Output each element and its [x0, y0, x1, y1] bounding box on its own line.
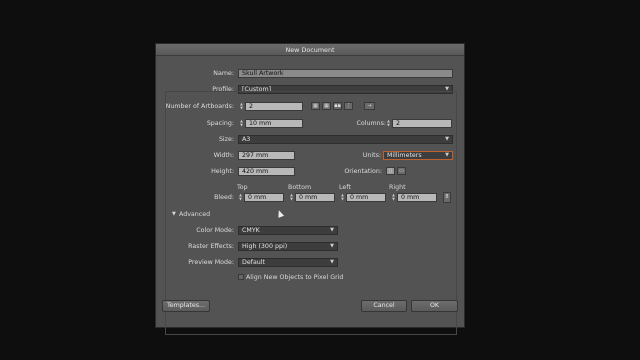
bleed-left-label: Left — [339, 184, 351, 191]
grid-by-row-icon[interactable]: ▦ — [311, 102, 320, 110]
preview-mode-select[interactable]: Default ▼ — [238, 258, 338, 267]
align-pixel-grid-label: Align New Objects to Pixel Grid — [246, 274, 344, 281]
columns-stepper[interactable]: ▲ ▼ — [386, 119, 391, 128]
columns-label: Columns: — [356, 120, 386, 127]
bleed-left-field[interactable]: 0 mm — [346, 193, 386, 202]
bleed-bottom-field[interactable]: 0 mm — [295, 193, 335, 202]
artboards-field[interactable]: 2 — [245, 102, 303, 111]
align-pixel-grid-checkbox[interactable] — [238, 274, 244, 280]
bleed-bottom-label: Bottom — [288, 184, 312, 191]
bleed-bottom-stepper[interactable]: ▲ ▼ — [289, 193, 294, 202]
spacing-label: Spacing: — [206, 120, 234, 127]
triangle-down-icon[interactable]: ▼ — [172, 211, 176, 217]
columns-field[interactable]: 2 — [392, 119, 452, 128]
orientation-label: Orientation: — [344, 168, 382, 175]
color-mode-label: Color Mode: — [196, 227, 234, 234]
spacing-stepper[interactable]: ▲ ▼ — [239, 119, 244, 128]
raster-effects-label: Raster Effects: — [188, 243, 234, 250]
cancel-button[interactable]: Cancel — [361, 300, 407, 312]
bleed-left-stepper[interactable]: ▲ ▼ — [340, 193, 345, 202]
artboards-label: Number of Artboards: — [165, 103, 234, 110]
bleed-right-label: Right — [389, 184, 406, 191]
grid-by-column-icon[interactable]: ▦ — [322, 102, 331, 110]
size-value: A3 — [242, 136, 251, 143]
new-document-dialog: New Document Name: Skull Artwork Profile… — [155, 43, 465, 335]
bleed-top-field[interactable]: 0 mm — [244, 193, 284, 202]
dropdown-arrow-icon: ▼ — [445, 136, 449, 142]
color-mode-select[interactable]: CMYK ▼ — [238, 226, 338, 235]
raster-effects-value: High (300 ppi) — [242, 243, 288, 250]
color-mode-value: CMYK — [242, 227, 260, 234]
preview-mode-value: Default — [242, 259, 266, 266]
bleed-right-field[interactable]: 0 mm — [397, 193, 437, 202]
bleed-top-stepper[interactable]: ▲ ▼ — [238, 193, 243, 202]
name-field[interactable]: Skull Artwork — [238, 69, 453, 78]
artboards-stepper[interactable]: ▲ ▼ — [239, 102, 244, 111]
units-value: Millimeters — [387, 152, 422, 159]
dropdown-arrow-icon: ▼ — [445, 152, 449, 158]
dropdown-arrow-icon: ▼ — [330, 227, 334, 233]
height-field[interactable]: 420 mm — [238, 167, 295, 176]
width-label: Width: — [213, 152, 234, 159]
arrange-by-row-icon[interactable]: ▪▪ — [333, 102, 342, 110]
units-select[interactable]: Millimeters ▼ — [383, 151, 453, 160]
units-label: Units: — [362, 152, 381, 159]
landscape-icon[interactable]: ▭ — [397, 167, 406, 175]
portrait-icon[interactable]: ▯ — [386, 167, 395, 175]
size-select[interactable]: A3 ▼ — [238, 135, 453, 144]
raster-effects-select[interactable]: High (300 ppi) ▼ — [238, 242, 338, 251]
spacing-field[interactable]: 10 mm — [245, 119, 303, 128]
arrange-by-column-icon[interactable]: ⋮ — [344, 102, 353, 110]
right-to-left-icon[interactable]: → — [364, 102, 375, 110]
dialog-title: New Document — [156, 44, 464, 56]
height-label: Height: — [211, 168, 234, 175]
bleed-top-label: Top — [237, 184, 248, 191]
width-field[interactable]: 297 mm — [238, 151, 295, 160]
preview-mode-label: Preview Mode: — [188, 259, 234, 266]
dropdown-arrow-icon: ▼ — [330, 243, 334, 249]
bleed-label: Bleed: — [214, 194, 234, 201]
dropdown-arrow-icon: ▼ — [330, 259, 334, 265]
templates-button[interactable]: Templates... — [162, 300, 210, 312]
chain-link-icon[interactable]: 8 — [443, 192, 451, 203]
ok-button[interactable]: OK — [411, 300, 458, 312]
size-label: Size: — [218, 136, 234, 143]
bleed-right-stepper[interactable]: ▲ ▼ — [391, 193, 396, 202]
advanced-toggle[interactable]: Advanced — [179, 211, 210, 218]
name-label: Name: — [213, 70, 234, 77]
